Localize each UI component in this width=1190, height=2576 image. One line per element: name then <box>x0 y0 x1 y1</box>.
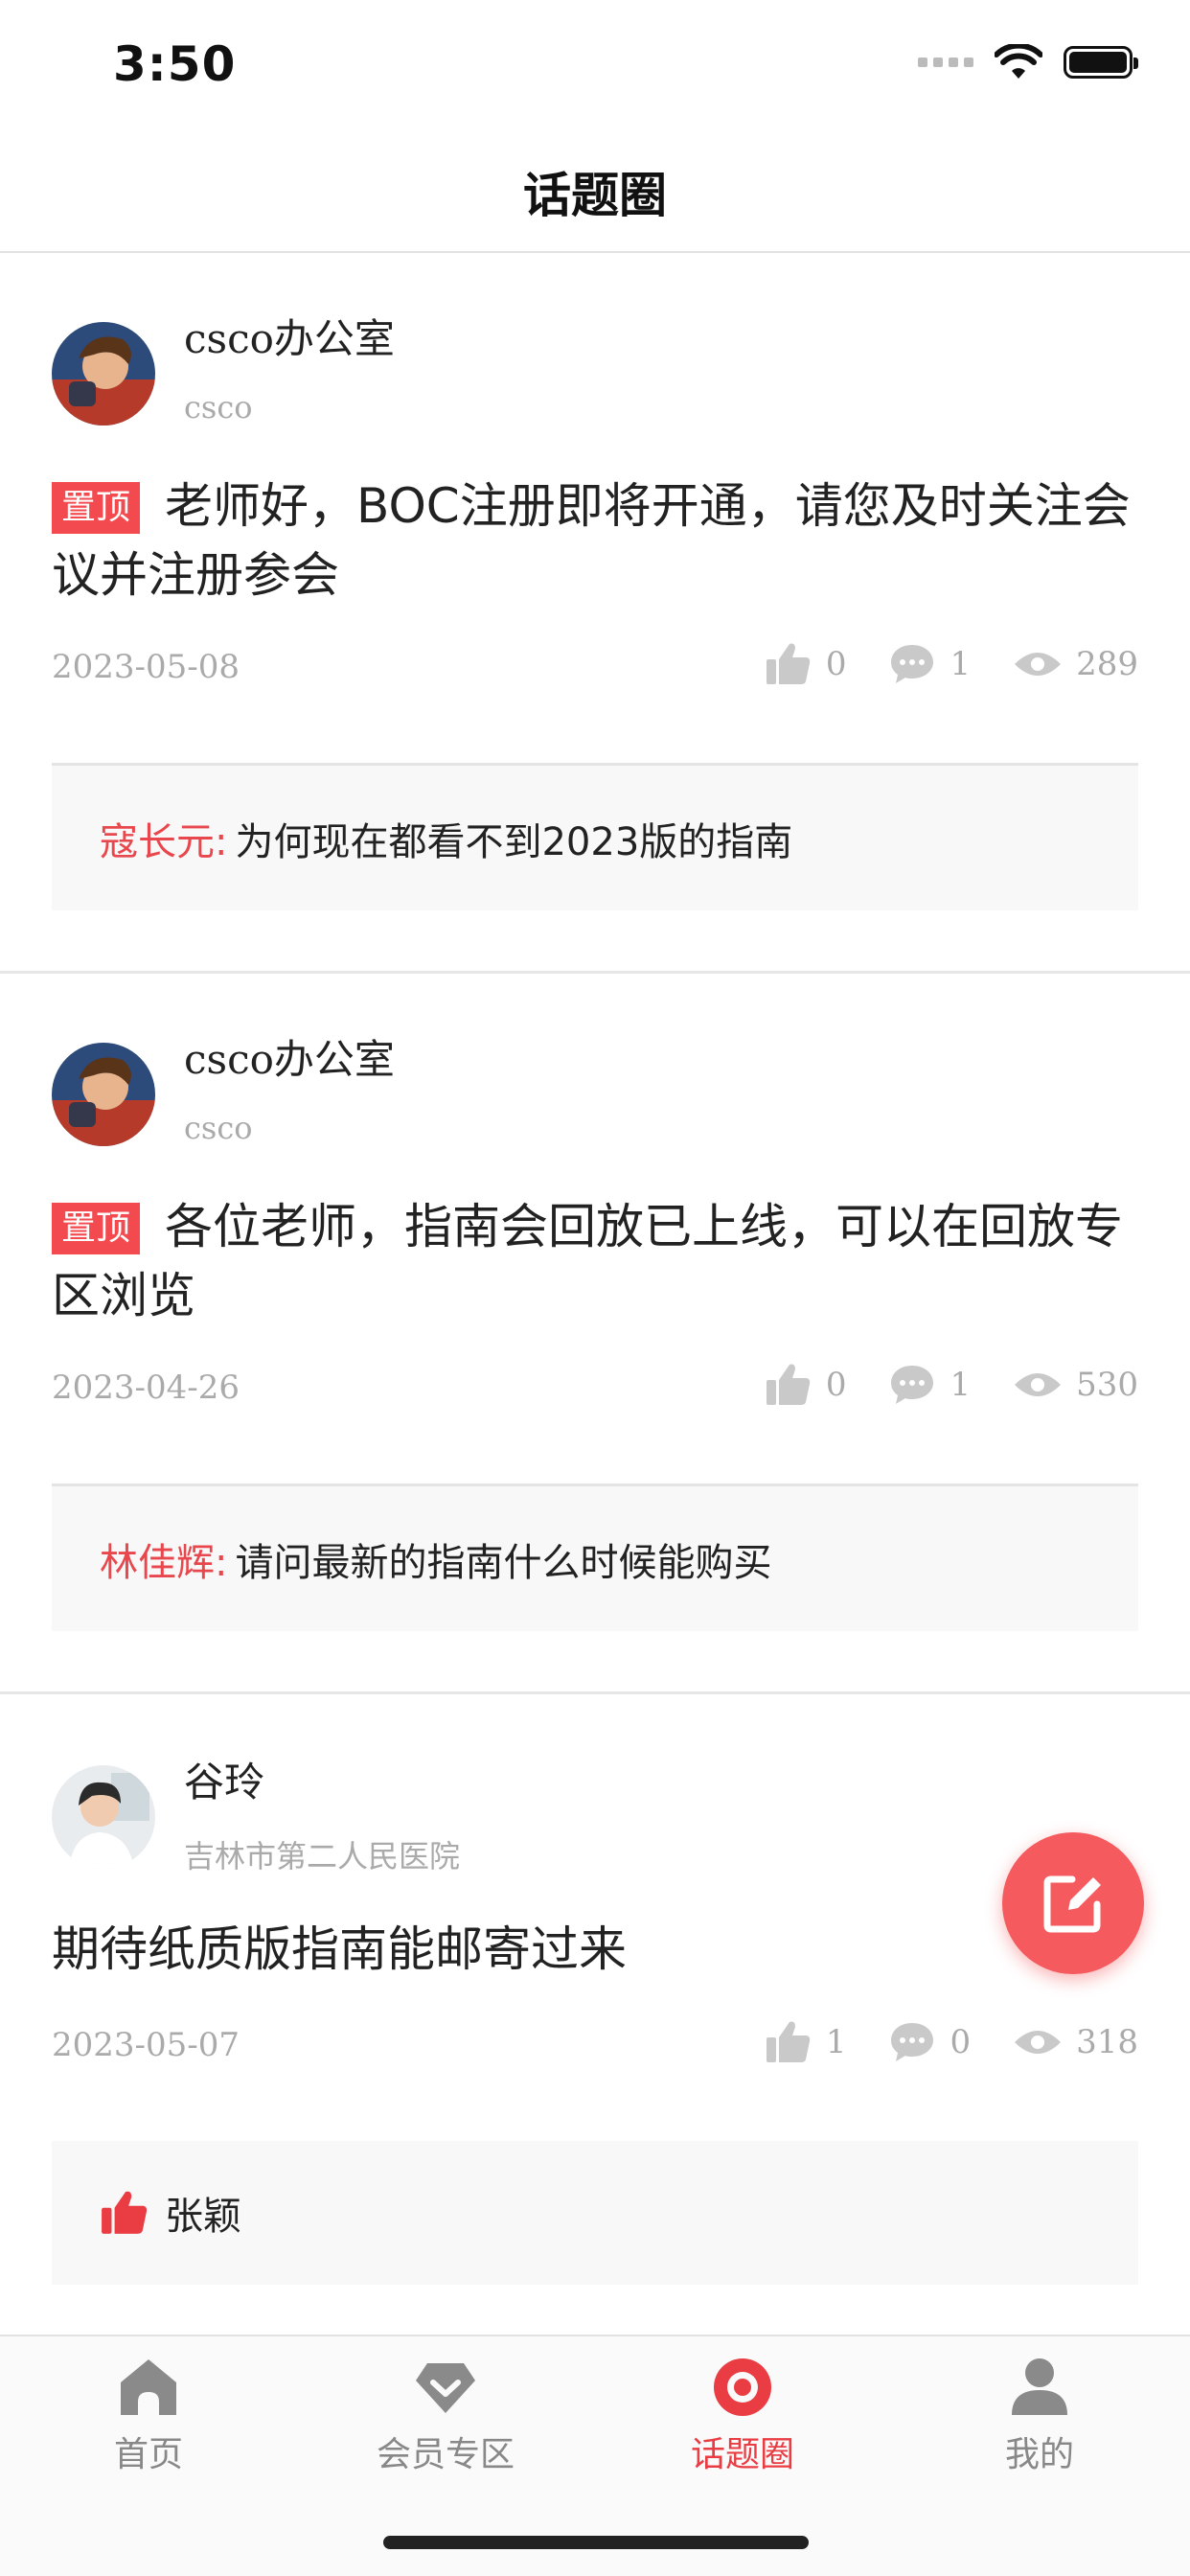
comment-icon <box>891 1366 934 1404</box>
commenter-name[interactable]: 林佳辉: <box>100 1531 227 1587</box>
page-title: 话题圈 <box>523 168 667 223</box>
view-count: 318 <box>1076 2023 1138 2061</box>
tab-member-zone[interactable]: 会员专区 <box>350 2356 541 2476</box>
status-bar: 3:50 <box>0 0 1190 125</box>
comment-count: 1 <box>950 1366 972 1404</box>
edit-icon <box>1043 1875 1101 1933</box>
comment-text: 为何现在都看不到2023版的指南 <box>235 819 793 864</box>
thumbs-up-icon <box>102 2191 148 2234</box>
tab-label: 会员专区 <box>376 2435 515 2474</box>
view-stat: 289 <box>1013 645 1138 683</box>
post-author: csco办公室 <box>184 315 395 362</box>
view-count: 289 <box>1076 645 1138 683</box>
post-card[interactable]: csco办公室 csco 置顶 各位老师，指南会回放已上线，可以在回放专区浏览 2… <box>0 974 1190 1694</box>
thumbs-up-icon <box>766 2021 811 2062</box>
topic-circle-icon <box>714 2358 771 2416</box>
like-count: 1 <box>825 2023 847 2061</box>
like-count: 0 <box>825 1366 847 1404</box>
post-stats: 1 0 318 <box>722 2018 1138 2066</box>
diamond-icon <box>416 2363 475 2413</box>
like-stat[interactable]: 0 <box>765 640 847 688</box>
topic-feed[interactable]: csco办公室 csco 置顶 老师好，BOC注册即将开通，请您及时关注会议并注册… <box>0 253 1190 2336</box>
like-stat[interactable]: 1 <box>765 2018 847 2066</box>
tab-label: 话题圈 <box>690 2435 794 2474</box>
like-count: 0 <box>825 645 847 683</box>
post-text: 老师好，BOC注册即将开通，请您及时关注会议并注册参会 <box>52 478 1131 603</box>
view-count: 530 <box>1076 1366 1138 1404</box>
pinned-badge: 置顶 <box>52 482 141 534</box>
post-date: 2023-04-26 <box>52 1368 240 1407</box>
liked-by-box: 张颖 <box>52 2141 1138 2285</box>
eye-icon <box>1015 2031 1062 2054</box>
battery-icon <box>1064 46 1138 79</box>
avatar[interactable] <box>52 322 155 426</box>
post-content[interactable]: 置顶 老师好，BOC注册即将开通，请您及时关注会议并注册参会 <box>52 472 1138 610</box>
like-stat[interactable]: 0 <box>765 1361 847 1409</box>
thumbs-up-icon <box>766 643 811 684</box>
pinned-badge: 置顶 <box>52 1203 141 1254</box>
tab-label: 首页 <box>113 2435 183 2474</box>
signal-icon <box>918 58 973 67</box>
thumbs-up-icon <box>766 1364 811 1405</box>
post-author-subline: csco <box>184 1110 253 1146</box>
post-text: 各位老师，指南会回放已上线，可以在回放专区浏览 <box>52 1199 1124 1323</box>
status-icons <box>918 44 1138 80</box>
post-author: 谷玲 <box>184 1759 265 1806</box>
post-stats: 0 1 530 <box>722 1361 1138 1409</box>
tab-label: 我的 <box>1004 2435 1074 2474</box>
view-stat: 318 <box>1013 2023 1138 2061</box>
comment-stat[interactable]: 1 <box>888 1363 971 1407</box>
comment-text: 请问最新的指南什么时候能购买 <box>235 1540 772 1585</box>
post-text: 期待纸质版指南能邮寄过来 <box>52 1921 627 1977</box>
avatar[interactable] <box>52 1765 155 1869</box>
person-icon <box>1012 2358 1067 2415</box>
comment-icon <box>891 645 934 683</box>
wifi-icon <box>995 44 1042 79</box>
post-author-subline: 吉林市第二人民医院 <box>184 1838 461 1874</box>
tab-home[interactable]: 首页 <box>53 2356 244 2476</box>
comment-count: 1 <box>950 645 972 683</box>
eye-icon <box>1015 1373 1062 1396</box>
status-time: 3:50 <box>113 36 237 92</box>
liker-name[interactable]: 张颖 <box>165 2185 241 2241</box>
post-card[interactable]: csco办公室 csco 置顶 老师好，BOC注册即将开通，请您及时关注会议并注册… <box>0 253 1190 974</box>
comment-count: 0 <box>950 2023 972 2061</box>
home-indicator[interactable] <box>383 2536 809 2549</box>
comment-preview[interactable]: 林佳辉: 请问最新的指南什么时候能购买 <box>52 1484 1138 1631</box>
commenter-name[interactable]: 寇长元: <box>100 811 227 866</box>
post-content[interactable]: 置顶 各位老师，指南会回放已上线，可以在回放专区浏览 <box>52 1192 1138 1330</box>
post-content[interactable]: 期待纸质版指南能邮寄过来 <box>52 1915 1138 1984</box>
comment-icon <box>891 2023 934 2061</box>
new-post-button[interactable] <box>1002 1832 1144 1974</box>
tab-topic-circle[interactable]: 话题圈 <box>647 2356 838 2476</box>
post-card[interactable]: 谷玲 吉林市第二人民医院 期待纸质版指南能邮寄过来 2023-05-07 1 0… <box>0 1694 1190 2336</box>
tab-mine[interactable]: 我的 <box>944 2356 1135 2476</box>
post-stats: 0 1 289 <box>722 640 1138 688</box>
comment-preview[interactable]: 寇长元: 为何现在都看不到2023版的指南 <box>52 763 1138 910</box>
post-date: 2023-05-07 <box>52 2026 240 2064</box>
post-date: 2023-05-08 <box>52 648 240 686</box>
eye-icon <box>1015 653 1062 676</box>
comment-stat[interactable]: 1 <box>888 642 971 686</box>
post-author-subline: csco <box>184 389 253 426</box>
post-author: csco办公室 <box>184 1036 395 1083</box>
nav-bar: 话题圈 <box>0 125 1190 253</box>
comment-stat[interactable]: 0 <box>888 2020 971 2064</box>
view-stat: 530 <box>1013 1366 1138 1404</box>
avatar[interactable] <box>52 1043 155 1146</box>
home-icon <box>121 2359 176 2415</box>
